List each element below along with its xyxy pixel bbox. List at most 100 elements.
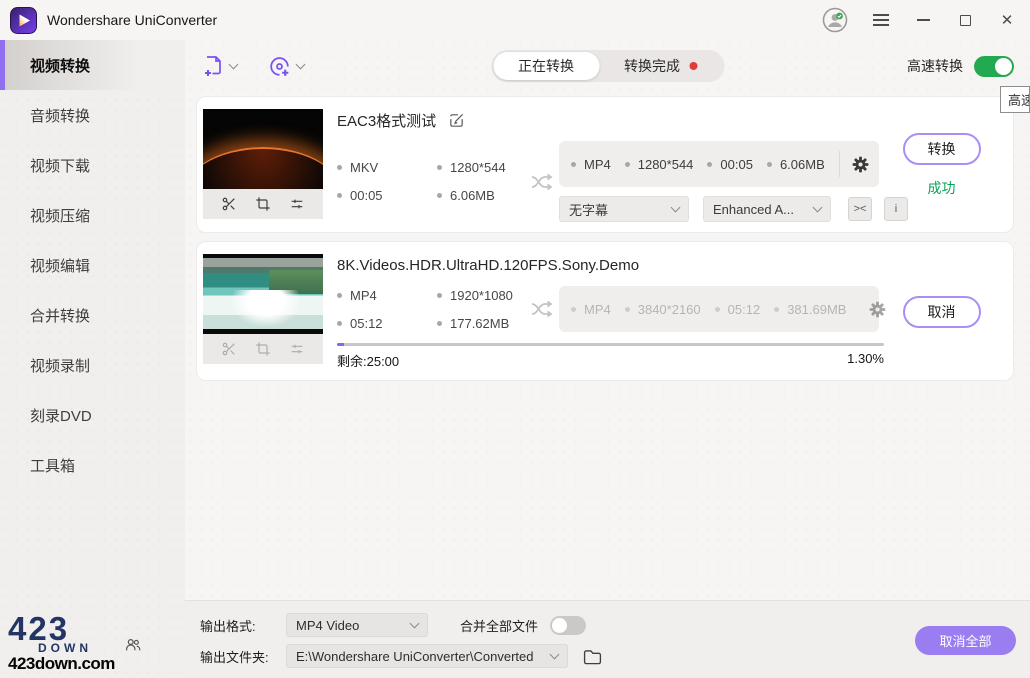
status-success: 成功 <box>928 178 956 198</box>
main-area: 正在转换 转换完成 高速转换 高速 <box>185 40 1030 678</box>
sidebar-item-video-edit[interactable]: 视频编辑 <box>0 240 185 290</box>
output-folder-label: 输出文件夹: <box>200 647 286 666</box>
task-list: EAC3格式测试 MKV 1280*544 00:05 6.06MB <box>185 92 1030 600</box>
output-format-select[interactable]: MP4 Video <box>286 613 428 637</box>
cancel-all-button[interactable]: 取消全部 <box>915 626 1016 655</box>
source-size: 6.06MB <box>450 188 495 203</box>
trim-scissors-icon[interactable] <box>221 196 237 212</box>
merge-all-toggle[interactable] <box>550 616 586 635</box>
app-logo-icon <box>10 7 37 34</box>
edit-title-icon[interactable] <box>448 112 465 129</box>
conversion-progress: 剩余:25:00 1.30% <box>337 343 884 370</box>
tab-converting[interactable]: 正在转换 <box>493 52 599 80</box>
crop-icon <box>255 341 271 357</box>
video-thumbnail <box>203 254 323 370</box>
highspeed-label: 高速转换 <box>907 56 963 76</box>
sidebar-item-video-compress[interactable]: 视频压缩 <box>0 190 185 240</box>
output-format: MP4 <box>584 302 611 317</box>
highspeed-tooltip: 高速 <box>1000 86 1030 113</box>
effects-sliders-icon <box>289 341 305 357</box>
sidebar: 视频转换 音频转换 视频下载 视频压缩 视频编辑 合并转换 视频录制 刻录DVD… <box>0 40 185 678</box>
sidebar-item-merge-convert[interactable]: 合并转换 <box>0 290 185 340</box>
close-button[interactable]: ✕ <box>998 11 1016 29</box>
bottom-bar: 输出格式: MP4 Video 合并全部文件 输出文件夹: E:\Wonders… <box>185 600 1030 678</box>
menu-icon[interactable] <box>872 11 890 29</box>
convert-button[interactable]: 转换 <box>903 133 981 165</box>
chevron-down-icon <box>296 59 306 69</box>
chevron-down-icon <box>229 59 239 69</box>
output-settings-gear-icon <box>868 294 887 324</box>
highspeed-toggle[interactable] <box>974 56 1014 77</box>
source-resolution: 1280*544 <box>450 160 506 175</box>
users-icon[interactable] <box>124 636 142 654</box>
audio-track-select[interactable]: Enhanced A... <box>703 196 831 222</box>
convert-shuffle-icon <box>530 172 554 192</box>
source-size: 177.62MB <box>450 316 509 331</box>
thumbnail-image-waterfall <box>203 254 323 334</box>
output-resolution: 3840*2160 <box>638 302 701 317</box>
watermark-logo: 423 DOWN 423down.com <box>8 612 118 672</box>
source-info: MKV 1280*544 00:05 6.06MB <box>337 160 525 203</box>
progress-bar <box>337 343 884 346</box>
output-duration: 00:05 <box>720 157 753 172</box>
file-plus-icon <box>201 54 225 78</box>
trim-scissors-icon <box>221 341 237 357</box>
task-title: EAC3格式测试 <box>337 110 436 131</box>
output-summary: MP4 3840*2160 05:12 381.69MB <box>559 286 879 332</box>
thumbnail-toolbar <box>203 189 323 219</box>
cancel-button[interactable]: 取消 <box>903 296 981 328</box>
output-settings-gear-icon[interactable] <box>848 149 873 179</box>
user-avatar[interactable] <box>822 7 848 33</box>
task-title: 8K.Videos.HDR.UltraHD.120FPS.Sony.Demo <box>337 257 639 274</box>
subtitle-select[interactable]: 无字幕 <box>559 196 689 222</box>
time-remaining: 剩余:25:00 <box>337 351 399 370</box>
divider <box>839 151 840 177</box>
chevron-down-icon <box>813 202 823 212</box>
source-duration: 00:05 <box>350 188 383 203</box>
browse-folder-button[interactable] <box>583 648 602 665</box>
sidebar-item-screen-record[interactable]: 视频录制 <box>0 340 185 390</box>
convert-shuffle-icon <box>530 299 554 319</box>
output-size: 381.69MB <box>787 302 846 317</box>
output-folder-select[interactable]: E:\Wondershare UniConverter\Converted <box>286 644 568 668</box>
source-format: MP4 <box>350 288 377 303</box>
add-disc-button[interactable] <box>267 54 304 79</box>
notification-dot <box>689 62 697 70</box>
chevron-down-icon <box>671 202 681 212</box>
video-thumbnail <box>203 109 323 222</box>
source-info: MP4 1920*1080 05:12 177.62MB <box>337 288 525 331</box>
output-format-label: 输出格式: <box>200 616 286 635</box>
compress-button[interactable]: >< <box>848 197 872 221</box>
source-resolution: 1920*1080 <box>450 288 513 303</box>
effects-sliders-icon[interactable] <box>289 196 305 212</box>
output-format: MP4 <box>584 157 611 172</box>
task-row: 8K.Videos.HDR.UltraHD.120FPS.Sony.Demo M… <box>196 241 1014 381</box>
thumbnail-toolbar <box>203 334 323 364</box>
app-title: Wondershare UniConverter <box>47 12 217 28</box>
titlebar: Wondershare UniConverter ✕ <box>0 0 1030 40</box>
merge-all-label: 合并全部文件 <box>460 616 538 635</box>
output-summary: MP4 1280*544 00:05 6.06MB <box>559 141 879 187</box>
progress-fill <box>337 343 344 346</box>
maximize-button[interactable] <box>956 11 974 29</box>
source-format: MKV <box>350 160 378 175</box>
minimize-button[interactable] <box>914 11 932 29</box>
task-row: EAC3格式测试 MKV 1280*544 00:05 6.06MB <box>196 96 1014 233</box>
sidebar-item-video-convert[interactable]: 视频转换 <box>0 40 185 90</box>
sidebar-item-audio-convert[interactable]: 音频转换 <box>0 90 185 140</box>
sidebar-item-toolbox[interactable]: 工具箱 <box>0 440 185 490</box>
disc-plus-icon <box>267 54 292 79</box>
convert-tabs: 正在转换 转换完成 <box>491 50 724 82</box>
sidebar-item-video-download[interactable]: 视频下载 <box>0 140 185 190</box>
chevron-down-icon <box>410 618 420 628</box>
output-size: 6.06MB <box>780 157 825 172</box>
thumbnail-image-sun <box>203 109 323 189</box>
crop-icon[interactable] <box>255 196 271 212</box>
tab-finished[interactable]: 转换完成 <box>599 52 722 80</box>
sidebar-item-burn-dvd[interactable]: 刻录DVD <box>0 390 185 440</box>
chevron-down-icon <box>550 649 560 659</box>
progress-percent: 1.30% <box>847 351 884 370</box>
folder-icon <box>583 648 602 665</box>
add-file-button[interactable] <box>201 54 237 78</box>
main-toolbar: 正在转换 转换完成 高速转换 <box>185 40 1030 92</box>
